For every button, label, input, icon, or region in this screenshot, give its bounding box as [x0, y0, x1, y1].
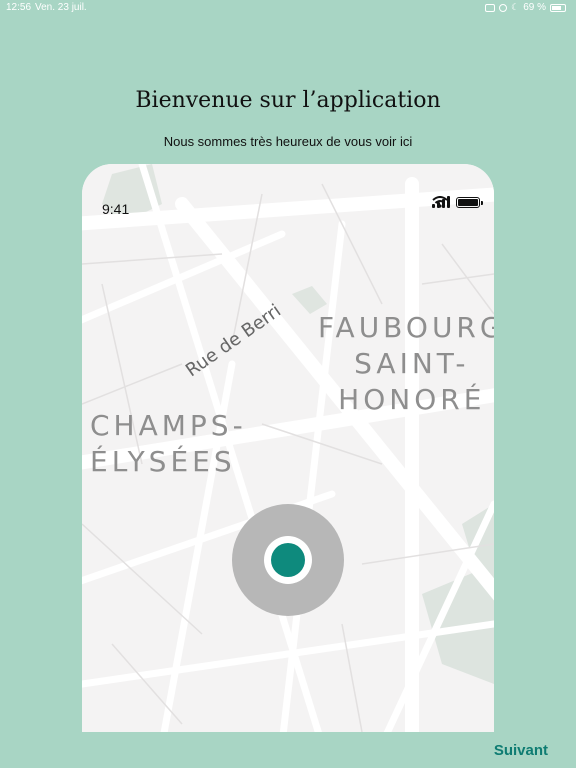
- district-line: FAUBOURG: [318, 311, 494, 344]
- location-accuracy-circle: [232, 504, 344, 616]
- phone-battery-icon: [456, 196, 483, 208]
- phone-indicators: [432, 196, 483, 208]
- system-status-bar: 12:56 Ven. 23 juil. ☾ 69 %: [0, 0, 576, 16]
- district-line: HONORÉ: [338, 383, 486, 416]
- phone-mockup: 9:41 Rue de Berri FAUBOURG SAINT- HONORÉ…: [82, 164, 494, 732]
- wifi-icon: [432, 196, 448, 208]
- district-label-champs-elysees: CHAMPS- ÉLYSÉES: [90, 408, 247, 480]
- next-button[interactable]: Suivant: [494, 742, 548, 759]
- location-icon: [499, 3, 508, 12]
- bottom-bar: [0, 732, 576, 768]
- phone-time: 9:41: [102, 201, 130, 217]
- page-subtitle: Nous sommes très heureux de vous voir ic…: [163, 134, 413, 149]
- location-marker-ring: [264, 536, 312, 584]
- page-title: Bienvenue sur l’application: [135, 88, 441, 113]
- system-indicators: ☾ 69 %: [485, 2, 566, 13]
- screen-mirroring-icon: [485, 3, 496, 12]
- district-line: SAINT-: [354, 347, 470, 380]
- district-label-faubourg: FAUBOURG SAINT- HONORÉ: [318, 310, 494, 418]
- district-line: ÉLYSÉES: [90, 445, 236, 478]
- battery-icon: [550, 3, 566, 12]
- system-time: 12:56: [6, 2, 32, 13]
- phone-status-bar: 9:41: [82, 164, 494, 224]
- current-location-icon: [271, 543, 305, 577]
- district-line: CHAMPS-: [90, 409, 247, 442]
- battery-percent: 69 %: [523, 2, 546, 13]
- moon-icon: ☾: [511, 2, 520, 12]
- system-date: Ven. 23 juil.: [35, 2, 87, 13]
